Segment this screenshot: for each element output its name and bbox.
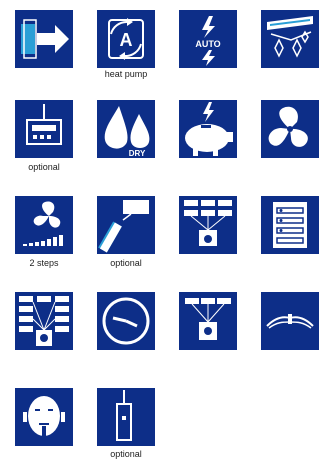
energy-saving-piggy-icon [179,100,237,158]
caption-remote-optional: optional [28,162,60,172]
door-contact-icon [97,388,155,446]
swing-louver-icon [261,292,319,350]
quiet-operation-face-icon [15,388,73,446]
caption-sensor-optional: optional [110,258,142,268]
ionizer-filter-icon [261,10,319,68]
control-panel-list-icon [261,196,319,254]
heat-pump-letter: A [120,30,133,50]
dry-mode-icon: DRY [97,100,155,158]
caption-heat-pump: heat pump [104,69,148,79]
airflow-arrow-icon [15,10,73,68]
heat-pump-auto-icon: A [97,10,155,68]
timer-clock-icon [97,292,155,350]
fan-speed-icon [15,196,73,254]
auto-lightning-icon: AUTO [179,10,237,68]
dry-label: DRY [129,149,146,158]
caption-door-optional: optional [110,449,142,459]
fan-icon [261,100,319,158]
remote-control-icon [15,100,73,158]
auto-label: AUTO [195,39,220,49]
caption-two-steps: 2 steps [29,258,59,268]
central-control-network-icon [179,196,237,254]
wired-sensor-icon [97,196,155,254]
large-network-control-icon [15,292,73,350]
group-control-icon [179,292,237,350]
